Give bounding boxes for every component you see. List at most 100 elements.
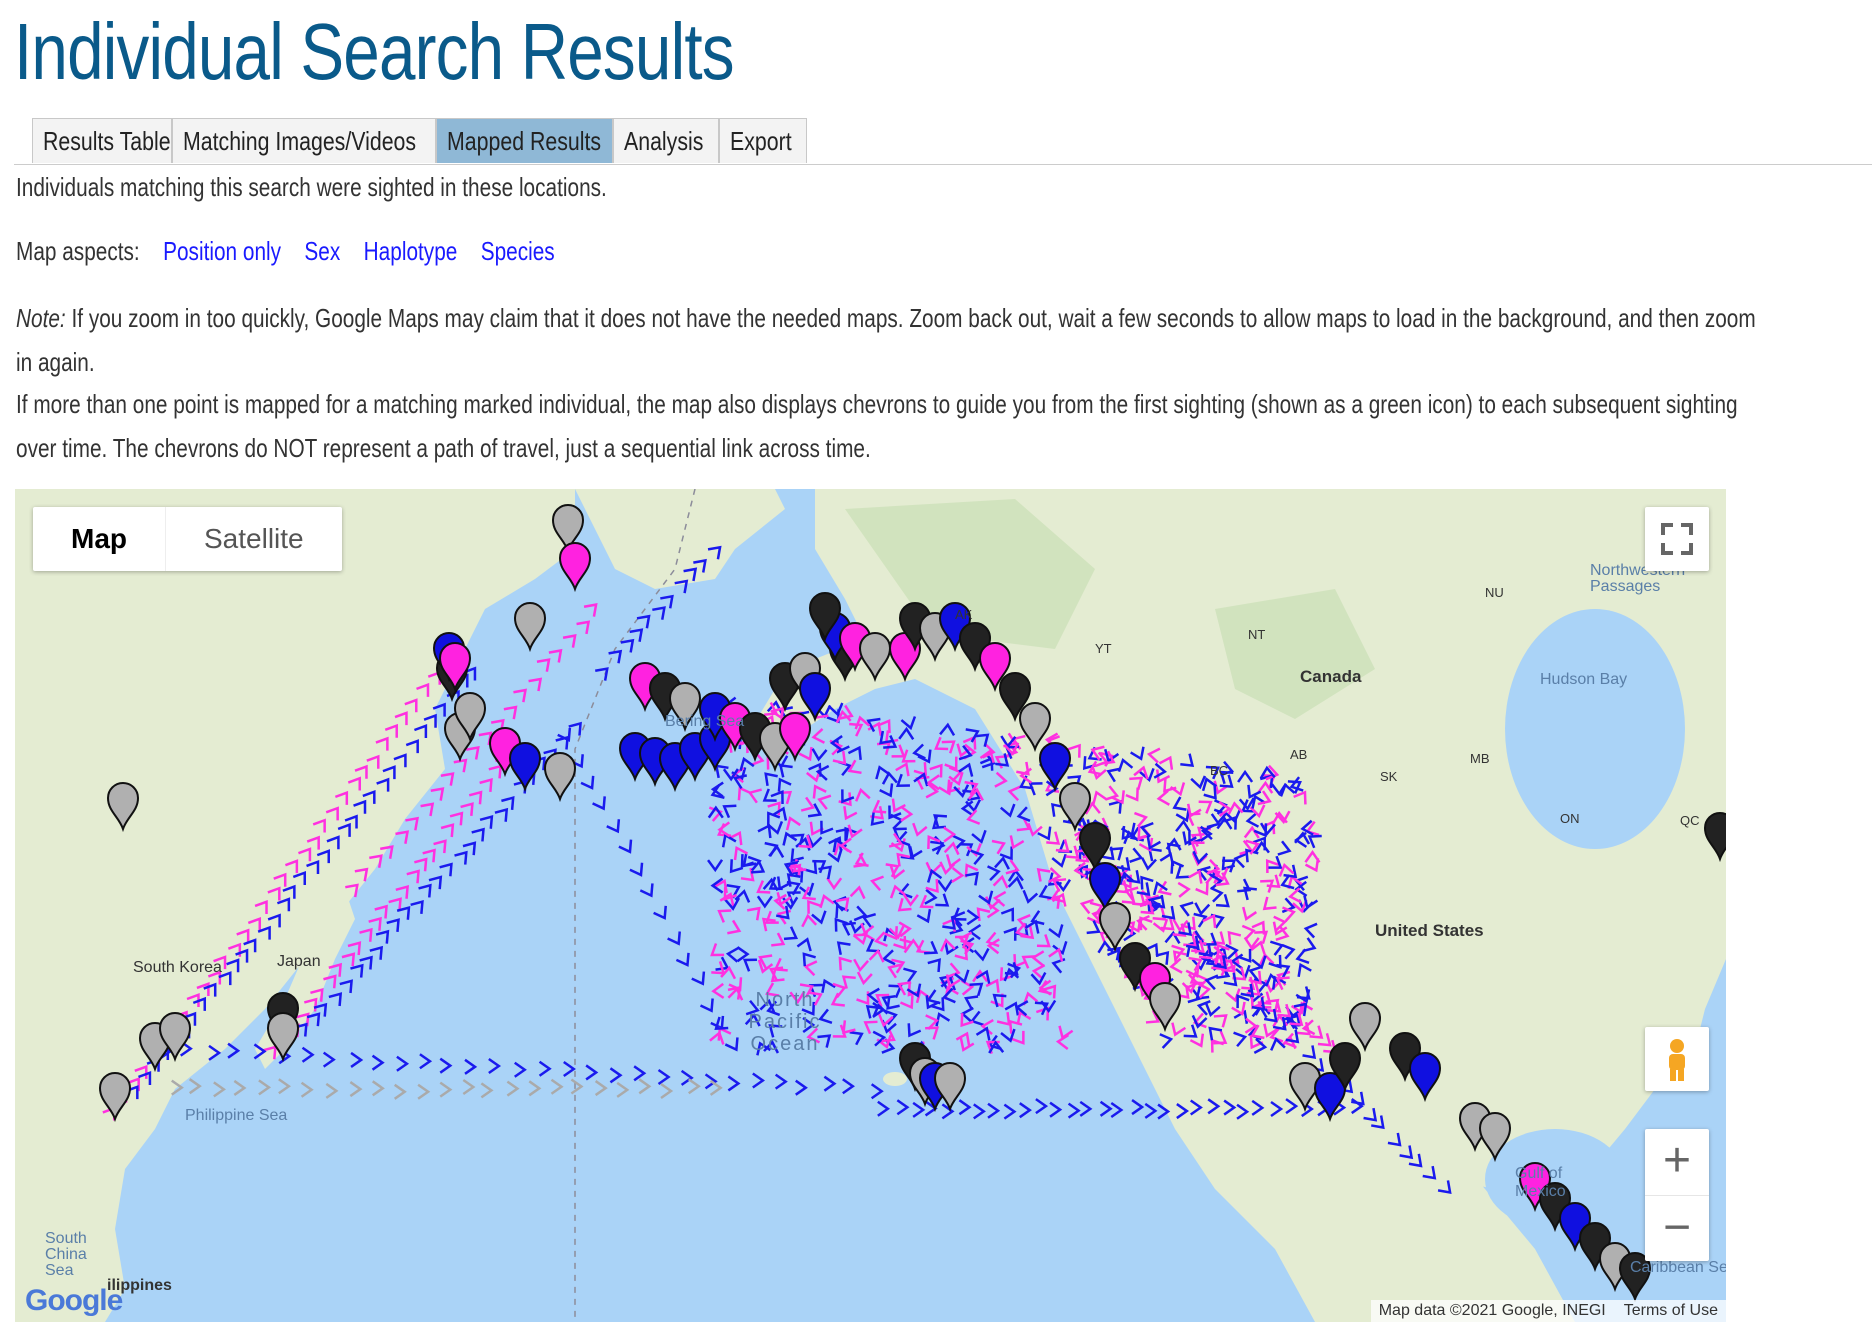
sighting-chevron [629, 628, 644, 642]
sighting-chevron [439, 1057, 453, 1074]
label-ak: AK [955, 607, 973, 622]
sighting-chevron [838, 956, 853, 971]
zoom-out-button[interactable]: − [1645, 1195, 1709, 1262]
aspect-species[interactable]: Species [481, 236, 555, 266]
sighting-chevron [896, 1099, 910, 1116]
sighting-chevron [958, 1099, 972, 1116]
sighting-chevron [756, 895, 773, 909]
sighting-chevron [971, 829, 987, 844]
tab-export[interactable]: Export [719, 118, 807, 163]
map-type-map-button[interactable]: Map [33, 507, 165, 571]
pegman-icon [1669, 1039, 1685, 1081]
map-type-satellite-button[interactable]: Satellite [165, 507, 342, 571]
zoom-in-button[interactable]: + [1645, 1129, 1709, 1195]
sighting-chevron [464, 1058, 478, 1075]
sighting-chevron [1110, 1101, 1124, 1119]
sighting-chevron [609, 1067, 623, 1084]
sighting-chevron [501, 796, 515, 810]
aspect-haplotype[interactable]: Haplotype [364, 236, 458, 266]
label-bc: BC [1210, 763, 1229, 778]
tab-matching-images[interactable]: Matching Images/Videos [172, 118, 436, 163]
sighting-chevron [916, 909, 932, 924]
sighting-chevron [943, 826, 957, 843]
sighting-chevron [301, 1046, 315, 1063]
sighting-chevron [1099, 1100, 1113, 1117]
sighting-chevron [937, 879, 954, 893]
sighting-chevron [771, 932, 786, 947]
sighting-chevron [417, 1083, 431, 1100]
sighting-chevron [817, 794, 832, 810]
map-marker-icon[interactable] [543, 752, 577, 803]
map-marker-icon[interactable] [508, 742, 542, 793]
sighting-chevron [747, 788, 762, 804]
label-philippine-sea: Philippine Sea [185, 1107, 288, 1124]
sighting-chevron [891, 798, 906, 813]
terms-of-use-link[interactable]: Terms of Use [1624, 1302, 1718, 1320]
sighting-chevron [339, 979, 353, 994]
sighting-chevron [992, 874, 1009, 889]
sighting-chevron [856, 971, 873, 986]
sighting-chevron [973, 947, 990, 962]
map-marker-icon[interactable] [558, 542, 592, 593]
sighting-chevron [618, 839, 633, 854]
sighting-chevron [595, 667, 609, 681]
sighting-chevron [941, 740, 956, 754]
sighting-chevron [752, 1072, 765, 1089]
label-ab: AB [1290, 747, 1308, 762]
aspect-position-only[interactable]: Position only [163, 236, 281, 266]
sighting-chevron [188, 1078, 202, 1095]
sighting-chevron [725, 946, 740, 963]
sighting-chevron [652, 606, 666, 620]
map-marker-icon[interactable] [513, 602, 547, 653]
sighting-chevron [1144, 1102, 1158, 1119]
sightings-map[interactable]: Bering Sea Canada Hudson Bay United Stat… [15, 489, 1726, 1322]
sighting-chevron [433, 839, 447, 854]
sighting-chevron [811, 748, 828, 762]
sighting-chevron [826, 877, 843, 891]
sighting-chevron [1049, 1101, 1063, 1118]
sighting-chevron [513, 688, 527, 703]
sighting-chevron [960, 1006, 974, 1023]
fullscreen-button[interactable] [1645, 507, 1709, 571]
tab-results-table[interactable]: Results Table [32, 118, 172, 163]
sighting-chevron [680, 1069, 694, 1086]
sighting-chevron [836, 941, 851, 955]
aspect-sex[interactable]: Sex [304, 236, 340, 266]
sighting-chevron [965, 871, 979, 886]
sighting-chevron [592, 796, 606, 811]
sighting-chevron [1031, 950, 1045, 967]
street-view-button[interactable] [1645, 1027, 1709, 1091]
map-attribution: Map data ©2021 Google, INEGI Terms of Us… [1370, 1300, 1726, 1322]
sighting-chevron [969, 1010, 985, 1027]
sighting-chevron [503, 705, 518, 720]
sighting-chevron [811, 728, 826, 744]
map-canvas [15, 489, 1726, 1322]
sighting-chevron [393, 1083, 407, 1100]
sighting-chevron [213, 1081, 226, 1098]
sighting-chevron [691, 971, 706, 986]
sighting-chevron [300, 1081, 314, 1098]
sighting-chevron [548, 648, 563, 663]
sighting-chevron [606, 819, 621, 834]
sighting-chevron [1051, 957, 1066, 974]
label-sk: SK [1380, 769, 1398, 784]
land-siberia-tip [575, 489, 785, 589]
sighting-chevron [562, 634, 577, 648]
sighting-chevron [325, 1082, 339, 1099]
label-nt: NT [1248, 627, 1266, 642]
sighting-chevron [924, 888, 938, 905]
sighting-chevron [430, 787, 445, 801]
hudson-bay [1505, 609, 1685, 849]
sighting-chevron [570, 1078, 584, 1095]
label-mb: MB [1470, 751, 1490, 766]
tab-analysis[interactable]: Analysis [613, 118, 719, 163]
sighting-chevron [895, 762, 910, 777]
sighting-chevron [842, 1020, 856, 1035]
sighting-chevron [849, 885, 866, 900]
sighting-chevron [1035, 1098, 1049, 1115]
sighting-chevron [782, 831, 798, 846]
sighting-chevron [807, 803, 823, 818]
tab-mapped-results[interactable]: Mapped Results [436, 118, 613, 163]
sighting-chevron [428, 875, 443, 890]
sighting-chevron [406, 869, 420, 884]
